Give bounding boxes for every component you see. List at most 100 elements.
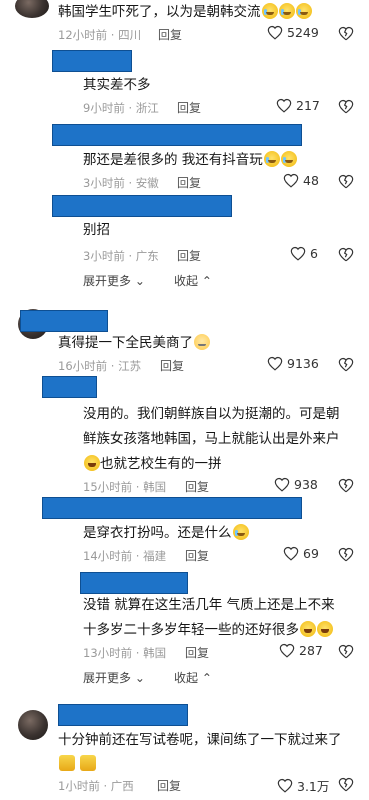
redacted-username	[80, 572, 188, 594]
reply-body: 是穿衣打扮吗。还是什么	[83, 525, 232, 541]
like-count: 5249	[287, 25, 319, 40]
like-count: 9136	[287, 356, 319, 371]
like-button[interactable]: 6	[290, 246, 318, 261]
reply-button[interactable]: 回复	[177, 99, 201, 116]
like-button[interactable]: 69	[283, 546, 319, 561]
collapse-button[interactable]: 收起 ⌃	[174, 272, 212, 289]
broken-heart-icon[interactable]	[338, 357, 354, 372]
comment-text-line	[58, 753, 97, 775]
chevron-up-icon: ⌃	[201, 274, 212, 288]
crying-face-emoji-icon	[261, 3, 278, 19]
reply-time-location: 14小时前 · 福建	[83, 549, 167, 563]
broken-heart-icon[interactable]	[338, 99, 354, 114]
broken-heart-icon[interactable]	[338, 644, 354, 659]
crying-face-emoji-icon	[278, 3, 295, 19]
broken-heart-icon[interactable]	[338, 247, 354, 262]
broken-heart-icon[interactable]	[338, 174, 354, 189]
like-button[interactable]: 938	[274, 477, 318, 492]
reply-text-line: 没用的。我们朝鲜族自以为挺潮的。可是朝	[83, 406, 340, 422]
like-count: 287	[299, 643, 323, 658]
heart-outline-icon	[276, 98, 292, 113]
reply-time-location: 3小时前 · 广东	[83, 249, 159, 263]
reply-time-location: 3小时前 · 安徽	[83, 176, 159, 190]
reply-button[interactable]: 回复	[185, 644, 209, 661]
reply-body: 十多岁二十多岁年轻一些的还好很多	[83, 622, 299, 638]
broken-heart-icon[interactable]	[338, 547, 354, 562]
heart-outline-icon	[283, 173, 299, 188]
like-button[interactable]: 217	[276, 98, 320, 113]
like-button[interactable]: 3.1万	[277, 776, 329, 795]
reply-button[interactable]: 回复	[185, 478, 209, 495]
heart-outline-icon	[290, 246, 306, 261]
reply-body: 也就艺校生有的一拼	[100, 456, 222, 472]
reply-body: 那还是差很多的 我还有抖音玩	[83, 152, 263, 168]
heart-outline-icon	[274, 477, 290, 492]
crying-face-emoji-icon	[232, 524, 249, 540]
crying-face-emoji-icon	[295, 3, 312, 19]
reply-time-location: 9小时前 · 浙江	[83, 101, 159, 115]
comment-text: 韩国学生吓死了，以为是朝韩交流	[58, 1, 312, 23]
comment-time-location: 12小时前 · 四川	[58, 28, 142, 42]
reply-button[interactable]: 回复	[160, 357, 184, 374]
like-button[interactable]: 48	[283, 173, 319, 188]
broken-heart-icon[interactable]	[338, 777, 354, 792]
reply-text: 那还是差很多的 我还有抖音玩	[83, 149, 297, 171]
gold-medal-emoji-icon	[59, 755, 75, 771]
crying-face-emoji-icon	[263, 151, 280, 167]
redacted-username	[52, 195, 232, 217]
reply-text-line: 十多岁二十多岁年轻一些的还好很多	[83, 619, 333, 641]
redacted-username	[42, 376, 97, 398]
like-button[interactable]: 9136	[267, 356, 319, 371]
comment-text: 真得提一下全民美商了	[58, 332, 210, 354]
redacted-username	[42, 497, 302, 519]
collapse-button[interactable]: 收起 ⌃	[174, 669, 212, 686]
like-button[interactable]: 287	[279, 643, 323, 658]
gold-medal-emoji-icon	[80, 755, 97, 771]
like-count: 48	[303, 173, 319, 188]
like-count: 6	[310, 246, 318, 261]
chevron-up-icon: ⌃	[201, 671, 212, 685]
comment-time-location: 1小时前 · 广西	[58, 779, 134, 793]
heart-outline-icon	[277, 778, 293, 793]
comment-time-location: 16小时前 · 江苏	[58, 359, 142, 373]
reply-button[interactable]: 回复	[157, 777, 181, 794]
reply-text: 是穿衣打扮吗。还是什么	[83, 522, 249, 544]
grinning-sweat-emoji-icon	[300, 621, 316, 637]
like-count: 217	[296, 98, 320, 113]
redacted-username	[20, 310, 108, 332]
reply-button[interactable]: 回复	[177, 247, 201, 264]
heart-outline-icon	[267, 356, 283, 371]
expand-more-button[interactable]: 展开更多 ⌄	[83, 272, 145, 289]
like-count: 938	[294, 477, 318, 492]
reply-text-line: 没错 就算在这生活几年 气质上还是上不来	[83, 597, 335, 613]
grimacing-face-emoji-icon	[194, 334, 210, 350]
redacted-username	[58, 704, 188, 726]
reply-text-line: 鲜族女孩落地韩国，马上就能认出是外来户	[83, 431, 340, 447]
reply-button[interactable]: 回复	[185, 547, 209, 564]
redacted-username	[52, 124, 302, 146]
reply-text: 别招	[83, 222, 110, 238]
chevron-down-icon: ⌄	[134, 274, 145, 288]
expand-more-button[interactable]: 展开更多 ⌄	[83, 669, 145, 686]
reply-button[interactable]: 回复	[158, 26, 182, 43]
avatar[interactable]	[15, 0, 49, 18]
crying-face-emoji-icon	[280, 151, 297, 167]
like-button[interactable]: 5249	[267, 25, 319, 40]
broken-heart-icon[interactable]	[338, 478, 354, 493]
reply-text: 其实差不多	[83, 77, 151, 93]
comment-body: 韩国学生吓死了，以为是朝韩交流	[58, 4, 261, 20]
reply-time-location: 13小时前 · 韩国	[83, 646, 167, 660]
reply-button[interactable]: 回复	[177, 174, 201, 191]
grinning-sweat-emoji-icon	[317, 621, 333, 637]
avatar[interactable]	[18, 710, 48, 740]
reply-time-location: 15小时前 · 韩国	[83, 480, 167, 494]
heart-outline-icon	[283, 546, 299, 561]
chevron-down-icon: ⌄	[134, 671, 145, 685]
heart-outline-icon	[267, 25, 283, 40]
comment-text: 十分钟前还在写试卷呢，课间练了一下就过来了	[58, 732, 342, 748]
comment-body: 真得提一下全民美商了	[58, 335, 193, 351]
heart-outline-icon	[279, 643, 295, 658]
like-count: 3.1万	[297, 779, 330, 794]
like-count: 69	[303, 546, 319, 561]
broken-heart-icon[interactable]	[338, 26, 354, 41]
